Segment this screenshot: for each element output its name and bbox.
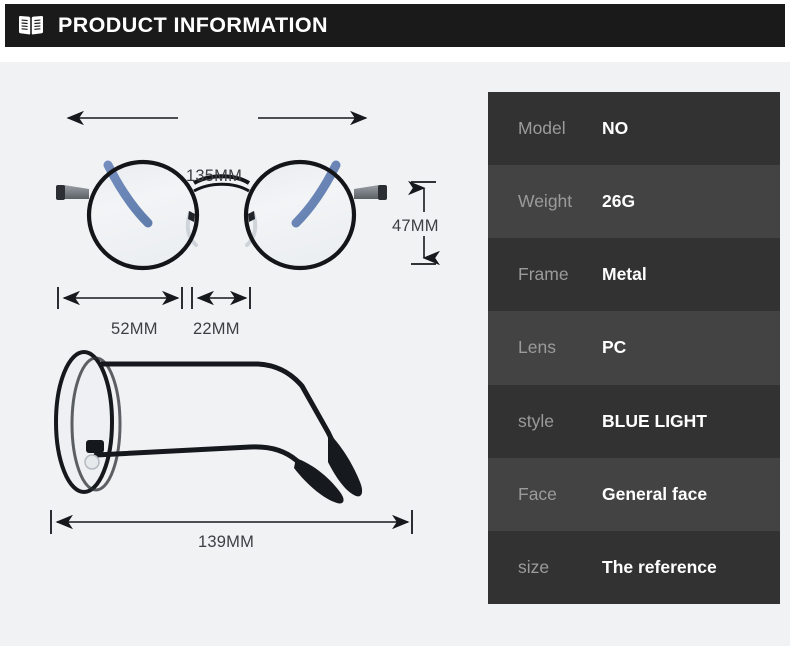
spec-row-weight: Weight 26G bbox=[488, 165, 780, 239]
dimension-arrow-52mm bbox=[57, 287, 183, 309]
spec-row-size: size The reference bbox=[488, 530, 780, 604]
spec-label-frame: Frame bbox=[518, 264, 569, 285]
spec-label-model: Model bbox=[518, 118, 566, 139]
product-illustration-area: 135MM 47MM 52MM 22MM 139MM bbox=[0, 62, 470, 646]
eyeglasses-side-view bbox=[54, 350, 363, 504]
dimension-label-22mm: 22MM bbox=[193, 320, 240, 338]
eyeglasses-front-view bbox=[56, 159, 387, 271]
spec-row-frame: Frame Metal bbox=[488, 238, 780, 312]
specification-table: Model NO Weight 26G Frame Metal Lens PC … bbox=[488, 92, 780, 604]
spec-label-weight: Weight bbox=[518, 191, 573, 212]
content-panel: 135MM 47MM 52MM 22MM 139MM Model NO Weig… bbox=[0, 62, 790, 646]
spec-value-weight: 26G bbox=[602, 191, 636, 212]
spec-value-face: General face bbox=[602, 483, 708, 504]
page-title: PRODUCT INFORMATION bbox=[58, 13, 328, 37]
open-book-icon bbox=[19, 16, 43, 35]
spec-label-style: style bbox=[518, 410, 554, 431]
dimension-arrow-22mm bbox=[191, 287, 251, 309]
spec-value-size: The reference bbox=[602, 556, 717, 577]
spec-value-style: BLUE LIGHT bbox=[602, 410, 707, 431]
spec-row-model: Model NO bbox=[488, 92, 780, 166]
dimension-label-52mm: 52MM bbox=[111, 320, 158, 338]
dimension-label-47mm: 47MM bbox=[392, 217, 439, 235]
spec-label-face: Face bbox=[518, 483, 557, 504]
page-header: PRODUCT INFORMATION bbox=[5, 4, 785, 47]
spec-row-style: style BLUE LIGHT bbox=[488, 384, 780, 458]
spec-row-face: Face General face bbox=[488, 457, 780, 531]
spec-row-lens: Lens PC bbox=[488, 311, 780, 385]
dimension-label-135mm: 135MM bbox=[186, 167, 243, 185]
spec-value-lens: PC bbox=[602, 337, 627, 358]
spec-value-model: NO bbox=[602, 118, 629, 139]
spec-label-size: size bbox=[518, 556, 550, 577]
spec-label-lens: Lens bbox=[518, 337, 556, 358]
dimension-arrow-139mm bbox=[50, 510, 413, 534]
spec-value-frame: Metal bbox=[602, 264, 647, 285]
dimension-label-139mm: 139MM bbox=[198, 533, 255, 551]
